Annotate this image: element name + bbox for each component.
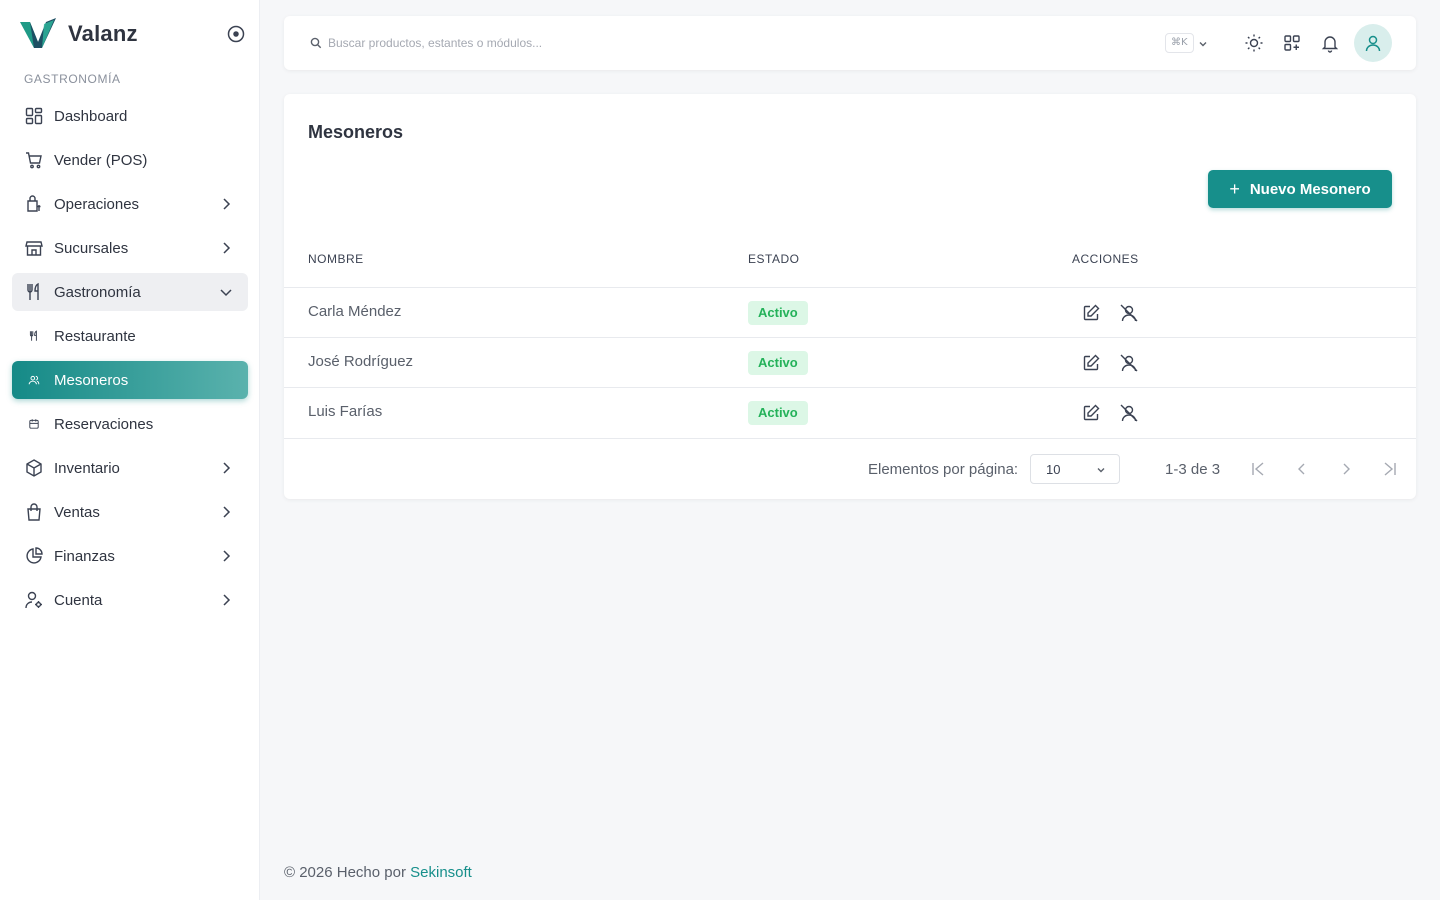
sidebar-item-label: Finanzas — [54, 547, 115, 565]
shortcut-badge: ⌘K — [1165, 33, 1194, 53]
cart-icon — [24, 150, 44, 170]
sun-icon[interactable] — [1244, 33, 1264, 53]
mesoneros-card: Mesoneros + Nuevo Mesonero NOMBRE ESTADO… — [284, 94, 1416, 499]
sidebar-item-mesoneros[interactable]: Mesoneros — [12, 361, 248, 399]
status-badge: Activo — [748, 351, 808, 375]
bell-icon[interactable] — [1320, 33, 1340, 53]
new-mesonero-button[interactable]: + Nuevo Mesonero — [1208, 170, 1392, 208]
chevron-right-icon — [223, 198, 231, 210]
sidebar-toggle-icon[interactable] — [226, 24, 246, 44]
page-title: Mesoneros — [308, 122, 404, 142]
per-page-label: Elementos por página: — [868, 461, 1019, 478]
column-header-name[interactable]: NOMBRE — [308, 252, 364, 266]
dashboard-icon — [24, 106, 44, 126]
user-off-icon[interactable] — [1119, 303, 1139, 323]
column-header-actions: ACCIONES — [1072, 252, 1139, 266]
sidebar-item-label: Cuenta — [54, 591, 103, 609]
topbar: ⌘K — [284, 16, 1416, 70]
user-avatar-icon — [1365, 35, 1381, 52]
row-name: Luis Farías — [308, 403, 383, 420]
table-row: Carla Méndez Activo — [284, 287, 1416, 337]
apps-icon[interactable] — [1282, 33, 1302, 53]
box-icon — [24, 458, 44, 478]
sidebar-item-restaurante[interactable]: Restaurante — [12, 317, 248, 355]
sidebar-item-label: Vender (POS) — [54, 151, 148, 169]
edit-icon[interactable] — [1081, 303, 1101, 323]
sidebar-item-label: Gastronomía — [54, 283, 141, 301]
per-page-value: 10 — [1046, 462, 1061, 477]
previous-page-icon[interactable] — [1292, 459, 1312, 479]
table-row: Luis Farías Activo — [284, 387, 1416, 437]
user-avatar[interactable] — [1354, 24, 1392, 62]
status-badge: Activo — [748, 401, 808, 425]
sidebar-item-gastronomia[interactable]: Gastronomía — [12, 273, 248, 311]
user-off-icon[interactable] — [1119, 403, 1139, 423]
sidebar-item-label: Dashboard — [54, 107, 128, 125]
utensils-small-icon — [24, 326, 44, 346]
pagination: Elementos por página: 10 1-3 de 3 — [284, 438, 1416, 499]
footer-text: © 2026 Hecho por — [284, 864, 411, 881]
last-page-icon[interactable] — [1380, 459, 1400, 479]
valanz-logo-icon — [20, 18, 56, 48]
utensils-icon — [24, 282, 44, 302]
sidebar-item-label: Restaurante — [54, 327, 136, 345]
first-page-icon[interactable] — [1248, 459, 1268, 479]
brand-name: Valanz — [68, 21, 138, 46]
chevron-right-icon — [223, 242, 231, 254]
pagination-range: 1-3 de 3 — [1165, 461, 1221, 478]
sidebar-item-label: Operaciones — [54, 195, 140, 213]
pie-chart-icon — [24, 546, 44, 566]
sidebar-item-ventas[interactable]: Ventas — [12, 493, 248, 531]
footer-link[interactable]: Sekinsoft — [410, 864, 472, 881]
chevron-down-icon[interactable] — [1197, 38, 1209, 50]
bag-icon — [24, 502, 44, 522]
sidebar-item-inventario[interactable]: Inventario — [12, 449, 248, 487]
chevron-down-icon — [1097, 468, 1105, 473]
store-icon — [24, 238, 44, 258]
chevron-down-icon — [220, 289, 232, 297]
row-name: Carla Méndez — [308, 303, 402, 320]
sidebar-item-label: Reservaciones — [54, 415, 154, 433]
new-mesonero-label: Nuevo Mesonero — [1249, 180, 1371, 198]
chevron-right-icon — [223, 462, 231, 474]
user-off-icon[interactable] — [1119, 353, 1139, 373]
next-page-icon[interactable] — [1336, 459, 1356, 479]
sidebar-item-pos[interactable]: Vender (POS) — [12, 141, 248, 179]
table-row: José Rodríguez Activo — [284, 337, 1416, 387]
calendar-small-icon — [24, 414, 44, 434]
chevron-right-icon — [223, 550, 231, 562]
per-page-select[interactable]: 10 — [1030, 454, 1120, 484]
chevron-right-icon — [223, 594, 231, 606]
sidebar-item-label: Ventas — [54, 503, 100, 521]
edit-icon[interactable] — [1081, 403, 1101, 423]
sidebar-item-reservaciones[interactable]: Reservaciones — [12, 405, 248, 443]
status-badge: Activo — [748, 301, 808, 325]
sidebar-item-label: Mesoneros — [54, 371, 129, 389]
sidebar-nav: Dashboard Vender (POS) Operaciones Sucur… — [12, 97, 248, 625]
column-header-status[interactable]: ESTADO — [748, 252, 799, 266]
sidebar-item-sucursales[interactable]: Sucursales — [12, 229, 248, 267]
operations-icon — [24, 194, 44, 214]
chevron-right-icon — [223, 506, 231, 518]
sidebar-item-cuenta[interactable]: Cuenta — [12, 581, 248, 619]
edit-icon[interactable] — [1081, 353, 1101, 373]
sidebar-item-dashboard[interactable]: Dashboard — [12, 97, 248, 135]
row-name: José Rodríguez — [308, 353, 414, 370]
sidebar-section-label: GASTRONOMÍA — [24, 72, 121, 86]
sidebar-item-operaciones[interactable]: Operaciones — [12, 185, 248, 223]
user-settings-icon — [24, 590, 44, 610]
plus-icon: + — [1229, 178, 1240, 199]
footer: © 2026 Hecho por Sekinsoft — [284, 864, 472, 881]
users-small-icon — [24, 370, 44, 390]
search-input[interactable] — [328, 32, 928, 54]
sidebar: Valanz GASTRONOMÍA Dashboard Vender (POS… — [0, 0, 260, 900]
brand[interactable]: Valanz — [20, 18, 138, 50]
sidebar-item-label: Sucursales — [54, 239, 129, 257]
search-icon — [310, 37, 322, 49]
sidebar-item-finanzas[interactable]: Finanzas — [12, 537, 248, 575]
sidebar-item-label: Inventario — [54, 459, 120, 477]
